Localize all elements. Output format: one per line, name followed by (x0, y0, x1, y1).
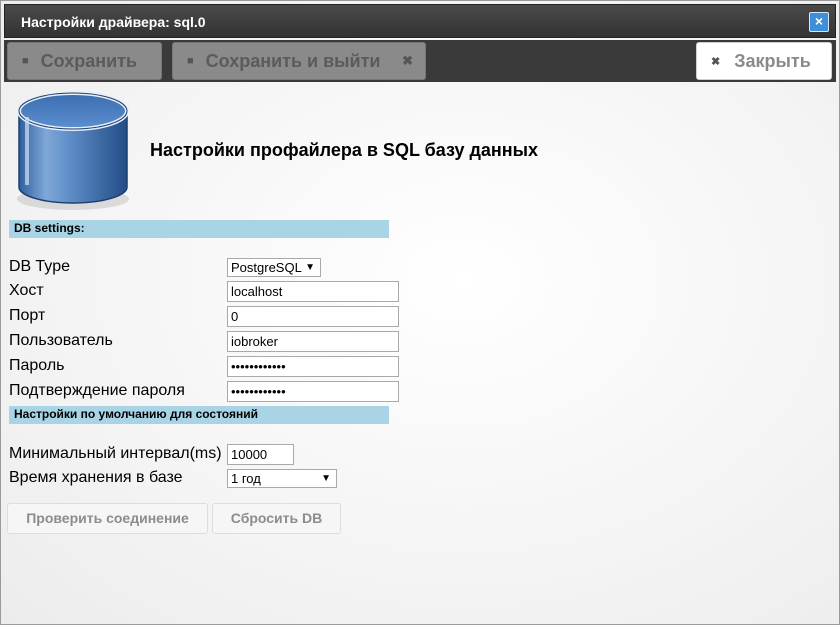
port-label: Порт (9, 307, 46, 324)
close-icon: ✖ (402, 53, 413, 68)
save-button-label: Сохранить (40, 50, 138, 71)
test-connection-button[interactable]: Проверить соединение (7, 503, 208, 534)
host-label: Хост (9, 282, 44, 299)
password-input[interactable] (227, 356, 399, 377)
chevron-down-icon: ▼ (305, 262, 315, 273)
close-button-label: Закрыть (734, 50, 811, 71)
database-icon (17, 91, 129, 210)
dialog-titlebar[interactable]: Настройки драйвера: sql.0 × (4, 4, 836, 38)
db-type-value: PostgreSQL (231, 260, 302, 275)
save-button[interactable]: ■ Сохранить (7, 42, 162, 80)
password-confirm-label: Подтверждение пароля (9, 382, 185, 399)
floppy-icon: ■ (187, 55, 194, 67)
password-label: Пароль (9, 357, 65, 374)
floppy-icon: ■ (22, 55, 29, 67)
port-input[interactable] (227, 306, 399, 327)
reset-db-button[interactable]: Сбросить DB (212, 503, 341, 534)
password-confirm-input[interactable] (227, 381, 399, 402)
close-icon: ✖ (711, 55, 721, 68)
host-input[interactable] (227, 281, 399, 302)
section-header-defaults: Настройки по умолчанию для состояний (9, 406, 389, 424)
user-label: Пользователь (9, 332, 113, 349)
min-interval-input[interactable] (227, 444, 294, 465)
db-type-select[interactable]: PostgreSQL ▼ (227, 258, 321, 277)
chevron-down-icon: ▼ (321, 473, 331, 484)
user-input[interactable] (227, 331, 399, 352)
close-button[interactable]: ✖ Закрыть (696, 42, 832, 80)
save-and-exit-label: Сохранить и выйти (205, 50, 381, 71)
dialog-title: Настройки драйвера: sql.0 (21, 14, 206, 30)
save-and-exit-button[interactable]: ■ Сохранить и выйти ✖ (172, 42, 426, 80)
close-icon[interactable]: × (809, 12, 829, 32)
settings-dialog: Настройки драйвера: sql.0 × ■ Сохранить … (0, 0, 840, 625)
retention-value: 1 год (231, 471, 261, 486)
page-title: Настройки профайлера в SQL базу данных (150, 140, 539, 160)
retention-select[interactable]: 1 год ▼ (227, 469, 337, 488)
toolbar: ■ Сохранить ■ Сохранить и выйти ✖ ✖ Закр… (4, 40, 836, 82)
retention-label: Время хранения в базе (9, 469, 183, 486)
min-interval-label: Минимальный интервал(ms) (9, 445, 222, 462)
db-type-label: DB Type (9, 258, 71, 275)
section-header-db-settings: DB settings: (9, 220, 389, 238)
